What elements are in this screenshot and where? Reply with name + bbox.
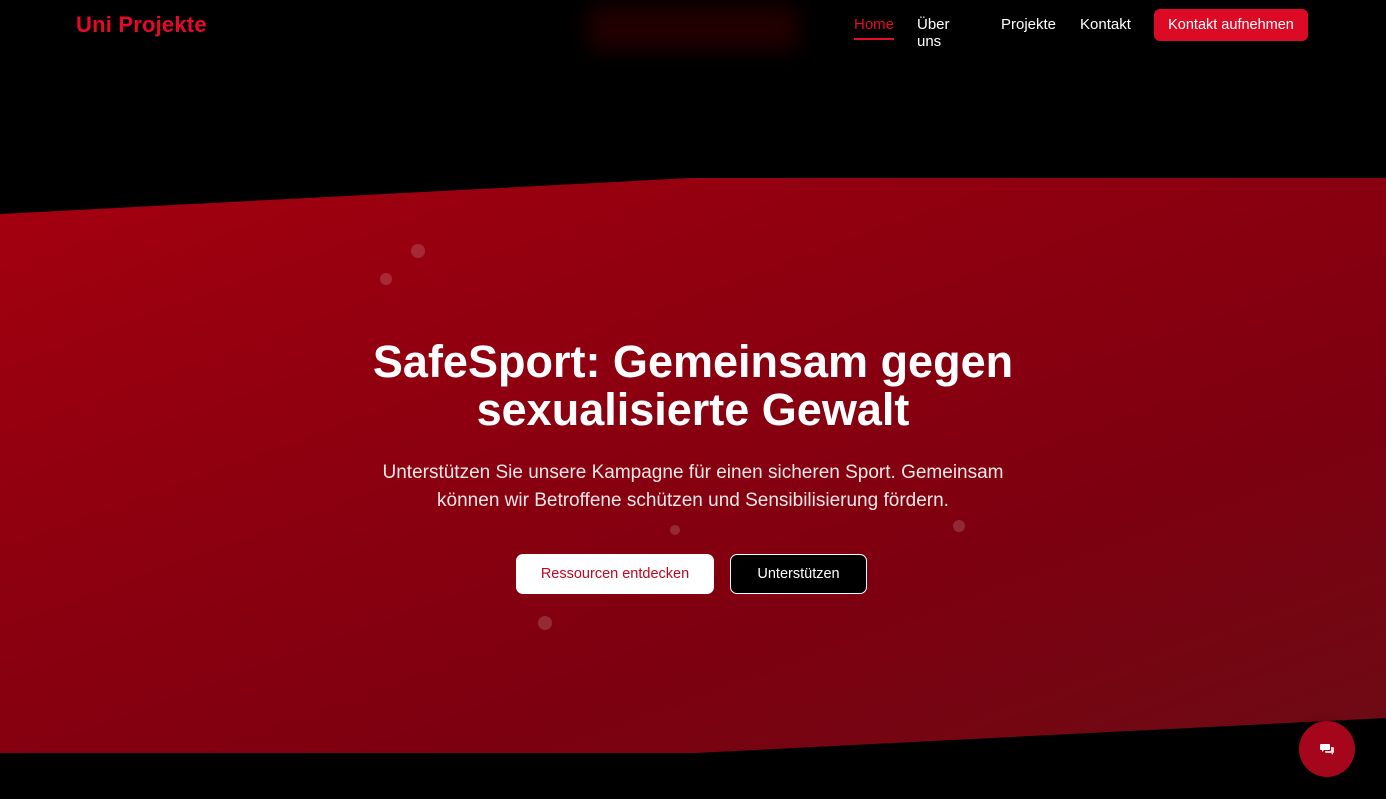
chat-bubbles-icon — [1320, 744, 1334, 755]
decorative-dot — [538, 616, 552, 630]
nav-link-ueber-uns[interactable]: Über uns — [917, 16, 950, 50]
hero-subtitle-line-2: können wir Betroffene schützen und Sensi… — [437, 490, 949, 511]
hero-subtitle-line-1: Unterstützen Sie unsere Kampagne für ein… — [382, 462, 1004, 483]
contact-cta-button[interactable]: Kontakt aufnehmen — [1154, 9, 1308, 41]
chat-button[interactable] — [1299, 721, 1355, 777]
nav-link-home[interactable]: Home — [854, 16, 895, 40]
decorative-dot — [411, 244, 425, 258]
top-navbar: Uni Projekte Home Über uns Projekte Kont… — [0, 0, 1386, 52]
hero-section: SafeSport: Gemeinsam gegen sexualisierte… — [0, 178, 1386, 753]
decorative-dot — [953, 520, 965, 532]
nav-link-kontakt[interactable]: Kontakt — [1080, 16, 1131, 33]
hero-subtitle: Unterstützen Sie unsere Kampagne für ein… — [343, 459, 1043, 515]
navbar-glow-decoration — [588, 6, 798, 50]
site-logo[interactable]: Uni Projekte — [76, 12, 207, 38]
support-button[interactable]: Unterstützen — [730, 554, 867, 594]
decorative-dot — [670, 525, 680, 535]
hero-title-line-1: SafeSport: Gemeinsam gegen — [372, 336, 1014, 387]
hero-title-line-2: sexualisierte Gewalt — [476, 384, 910, 435]
hero-title: SafeSport: Gemeinsam gegen sexualisierte… — [293, 338, 1093, 434]
nav-link-projekte[interactable]: Projekte — [1001, 16, 1056, 33]
decorative-dot — [380, 273, 392, 285]
discover-resources-button[interactable]: Ressourcen entdecken — [516, 554, 714, 594]
